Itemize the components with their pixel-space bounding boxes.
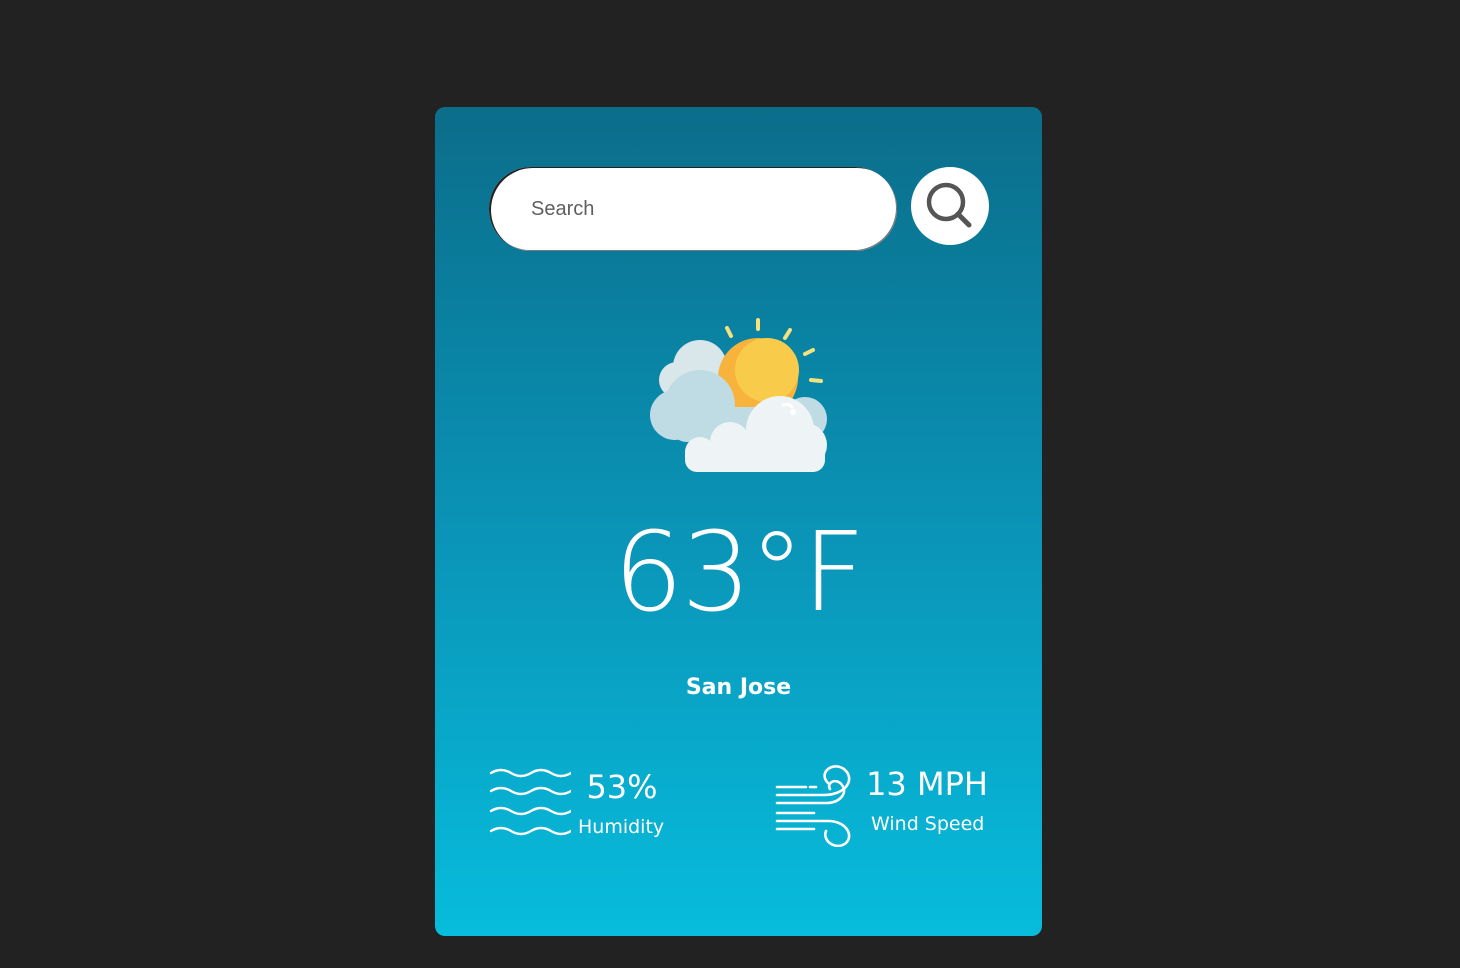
temperature-value: 63°F [613,508,865,636]
humidity-label: Humidity [578,816,665,838]
search-icon [926,182,972,228]
partly-cloudy-icon [650,318,827,472]
city-name: San Jose [685,675,792,700]
search-button[interactable] [911,167,989,245]
weather-card: 63°F San Jose 53% Humidity 13 MPH Wind S… [435,107,1042,936]
search-input[interactable] [489,167,897,251]
humidity-value: 53% [586,768,658,806]
wind-speed-label: Wind Speed [871,813,985,835]
wind-speed-value: 13 MPH [866,765,988,803]
humidity-icon [489,768,571,836]
wind-icon [775,765,851,847]
